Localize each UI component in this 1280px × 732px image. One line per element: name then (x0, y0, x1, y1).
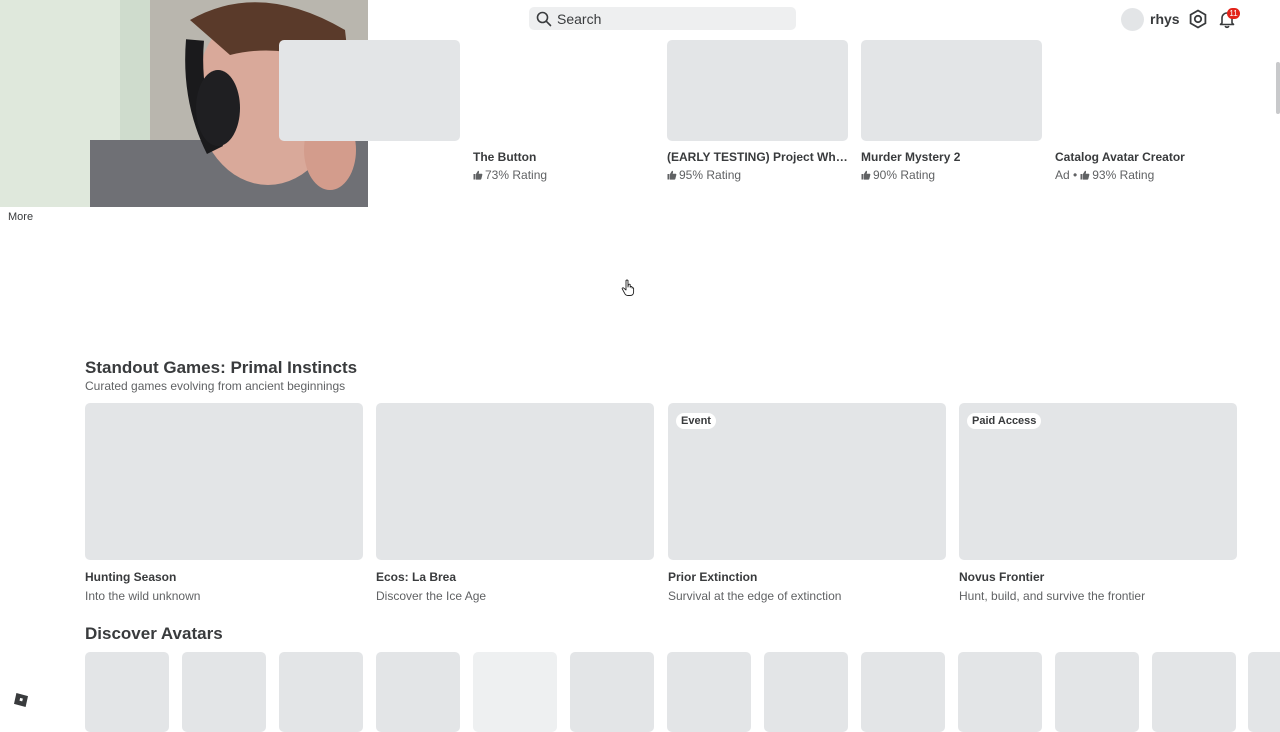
game-title[interactable]: Prior Extinction (668, 570, 946, 584)
section-title[interactable]: Standout Games: Primal Instincts (85, 358, 357, 378)
game-card[interactable]: Ecos: La Brea Discover the Ice Age (376, 403, 654, 603)
game-thumbnail[interactable] (1055, 40, 1236, 141)
notification-badge: 11 (1227, 8, 1240, 19)
avatar-item[interactable] (764, 652, 848, 732)
rating-text: 93% Rating (1092, 168, 1155, 182)
game-card[interactable]: Paid Access Novus Frontier Hunt, build, … (959, 403, 1237, 603)
game-title[interactable]: Hunting Season (85, 570, 363, 584)
roblox-logo-icon[interactable] (13, 692, 29, 708)
game-thumbnail[interactable] (667, 40, 848, 141)
game-thumbnail[interactable]: Paid Access (959, 403, 1237, 560)
section-title[interactable]: Discover Avatars (85, 624, 223, 644)
game-thumbnail[interactable] (473, 40, 654, 141)
rating-text: 90% Rating (873, 168, 936, 182)
avatar-item[interactable] (958, 652, 1042, 732)
game-title[interactable]: Ecos: La Brea (376, 570, 654, 584)
game-description: Hunt, build, and survive the frontier (959, 589, 1146, 603)
avatar[interactable] (1121, 7, 1144, 31)
game-card[interactable]: The Button 73% Rating (473, 40, 654, 182)
game-title[interactable]: Murder Mystery 2 (861, 150, 1042, 164)
avatar-item[interactable] (861, 652, 945, 732)
game-description: Survival at the edge of extinction (668, 589, 842, 603)
game-card[interactable]: Hunting Season Into the wild unknown (85, 403, 363, 603)
game-title[interactable]: The Button (473, 150, 654, 164)
game-thumbnail[interactable] (376, 403, 654, 560)
avatar-item[interactable] (473, 652, 557, 732)
game-card[interactable]: Murder Mystery 2 90% Rating (861, 40, 1042, 182)
paid-access-badge: Paid Access (967, 413, 1042, 429)
rating-text: 73% Rating (485, 168, 548, 182)
ad-label: Ad • (1055, 168, 1078, 182)
game-thumbnail[interactable]: Event (668, 403, 946, 560)
avatar-item[interactable] (85, 652, 169, 732)
game-title[interactable]: (EARLY TESTING) Project Wheel... (667, 150, 848, 164)
search-placeholder: Search (557, 10, 602, 27)
avatar-item[interactable] (1055, 652, 1139, 732)
game-card[interactable] (279, 40, 460, 150)
thumbs-up-icon (1080, 170, 1090, 180)
game-thumbnail[interactable] (861, 40, 1042, 141)
avatar-item[interactable] (182, 652, 266, 732)
user-profile-link[interactable]: rhys (1121, 6, 1180, 32)
game-thumbnail[interactable] (279, 40, 460, 141)
game-title[interactable]: Novus Frontier (959, 570, 1237, 584)
section-subtitle: Curated games evolving from ancient begi… (85, 379, 346, 393)
search-bar[interactable]: Search (529, 7, 796, 30)
event-badge: Event (676, 413, 716, 429)
rating-text: 95% Rating (679, 168, 742, 182)
game-rating: 90% Rating (861, 168, 1042, 182)
avatar-item[interactable] (376, 652, 460, 732)
settings-icon[interactable] (1188, 9, 1208, 29)
game-card[interactable]: Catalog Avatar Creator Ad • 93% Rating (1055, 40, 1236, 182)
thumbs-up-icon (473, 170, 483, 180)
game-title[interactable]: Catalog Avatar Creator (1055, 150, 1236, 164)
game-description: Into the wild unknown (85, 589, 201, 603)
avatar-item[interactable] (570, 652, 654, 732)
game-card[interactable]: Event Prior Extinction Survival at the e… (668, 403, 946, 603)
game-thumbnail[interactable] (85, 403, 363, 560)
game-description: Discover the Ice Age (376, 589, 487, 603)
more-link[interactable]: More (8, 211, 33, 223)
avatar-item[interactable] (279, 652, 363, 732)
thumbs-up-icon (861, 170, 871, 180)
username[interactable]: rhys (1150, 11, 1180, 27)
avatar-item[interactable] (1248, 652, 1280, 732)
game-rating: 95% Rating (667, 168, 848, 182)
page-scrollbar[interactable] (1276, 62, 1280, 114)
avatar-item[interactable] (667, 652, 751, 732)
game-card[interactable]: (EARLY TESTING) Project Wheel... 95% Rat… (667, 40, 848, 182)
hand-cursor-icon (621, 279, 635, 296)
game-rating: Ad • 93% Rating (1055, 168, 1236, 182)
avatar-item[interactable] (1152, 652, 1236, 732)
search-icon (536, 11, 552, 26)
game-rating: 73% Rating (473, 168, 654, 182)
thumbs-up-icon (667, 170, 677, 180)
